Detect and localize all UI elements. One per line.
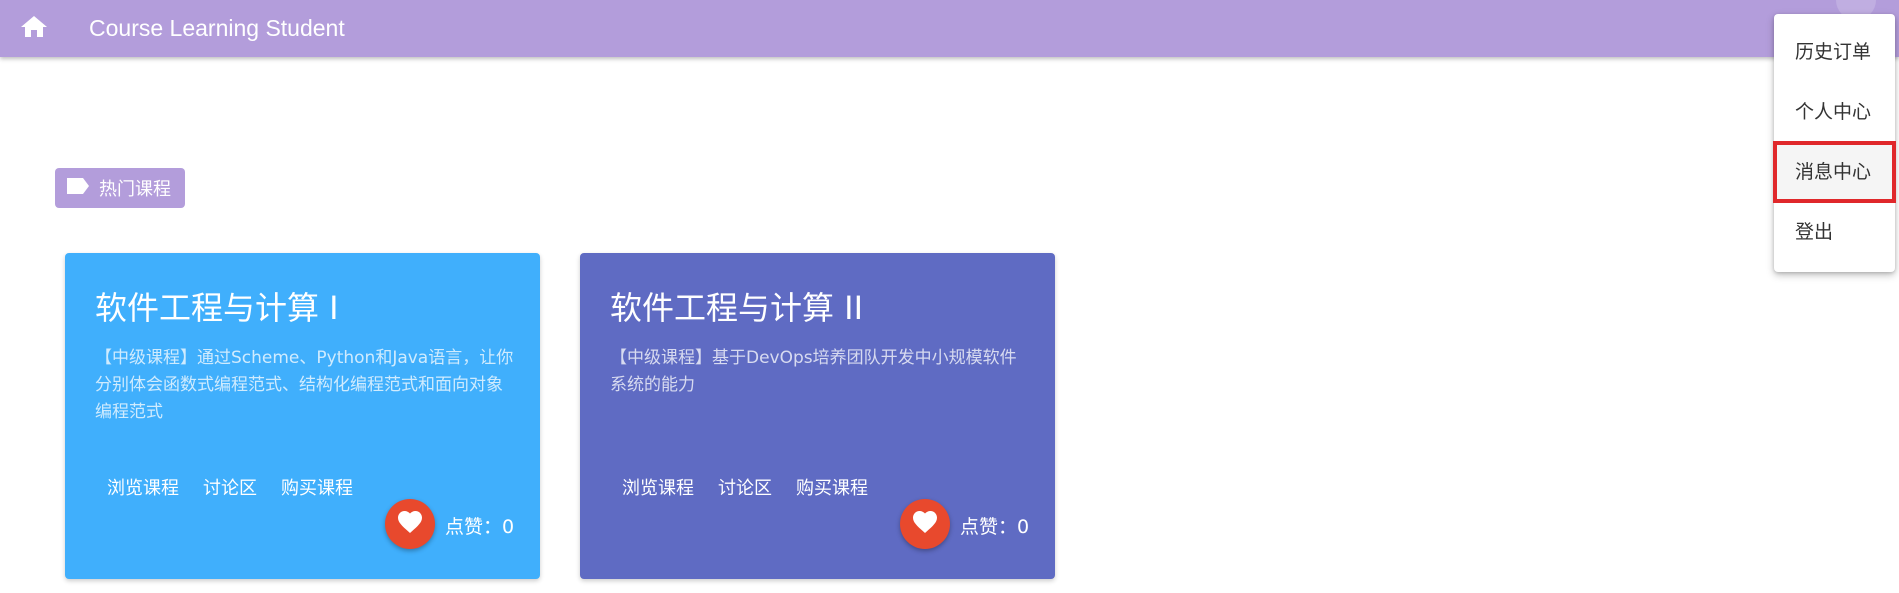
course-title: 软件工程与计算 II <box>610 289 864 327</box>
heart-icon <box>912 510 938 539</box>
discussion-button[interactable]: 讨论区 <box>706 466 784 508</box>
hot-courses-label: 热门课程 <box>99 179 171 200</box>
like-button[interactable] <box>900 499 950 549</box>
hot-courses-chip: 热门课程 <box>55 168 185 208</box>
likes-count: 点赞：0 <box>445 512 514 539</box>
menu-item-logout[interactable]: 登出 <box>1774 202 1895 262</box>
home-icon <box>21 15 47 44</box>
course-title: 软件工程与计算 I <box>95 289 339 327</box>
course-actions: 浏览课程 讨论区 购买课程 <box>610 466 880 508</box>
like-button[interactable] <box>385 499 435 549</box>
label-icon <box>65 176 99 201</box>
likes-count: 点赞：0 <box>960 512 1029 539</box>
course-card: 软件工程与计算 I 【中级课程】通过Scheme、Python和Java语言，让… <box>65 253 540 579</box>
course-card: 软件工程与计算 II 【中级课程】基于DevOps培养团队开发中小规模软件系统的… <box>580 253 1055 579</box>
browse-course-button[interactable]: 浏览课程 <box>95 466 191 508</box>
likes-label: 点赞： <box>445 516 503 538</box>
course-description: 【中级课程】通过Scheme、Python和Java语言，让你分别体会函数式编程… <box>95 348 514 422</box>
likes-value: 0 <box>502 516 515 538</box>
app-title: Course Learning Student <box>89 15 345 41</box>
home-button[interactable] <box>14 9 54 49</box>
course-description: 【中级课程】基于DevOps培养团队开发中小规模软件系统的能力 <box>610 348 1017 395</box>
likes-value: 0 <box>1017 516 1030 538</box>
heart-icon <box>397 510 423 539</box>
menu-item-message-center[interactable]: 消息中心 <box>1773 141 1896 203</box>
course-actions: 浏览课程 讨论区 购买课程 <box>95 466 365 508</box>
likes-label: 点赞： <box>960 516 1018 538</box>
menu-item-personal-center[interactable]: 个人中心 <box>1774 82 1895 142</box>
menu-item-order-history[interactable]: 历史订单 <box>1774 22 1895 82</box>
buy-course-button[interactable]: 购买课程 <box>269 466 365 508</box>
buy-course-button[interactable]: 购买课程 <box>784 466 880 508</box>
account-dropdown-menu: 历史订单 个人中心 消息中心 登出 <box>1773 14 1896 272</box>
discussion-button[interactable]: 讨论区 <box>191 466 269 508</box>
app-header: Course Learning Student <box>0 0 1899 57</box>
browse-course-button[interactable]: 浏览课程 <box>610 466 706 508</box>
